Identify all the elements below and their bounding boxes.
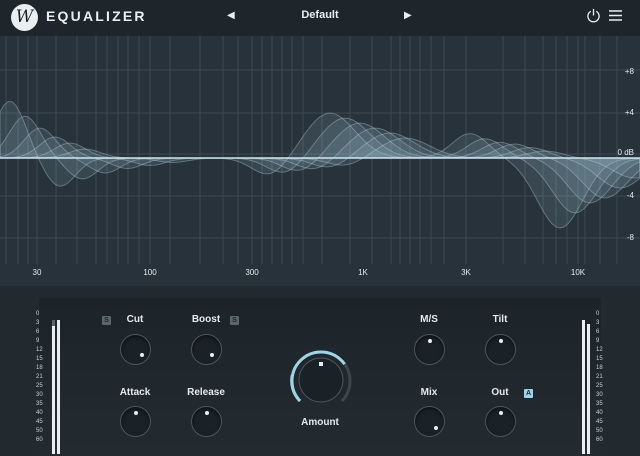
meter-scale-tick: 40 bbox=[596, 410, 603, 416]
db-label-0: 0 dB bbox=[617, 148, 634, 157]
freq-label-1k: 1K bbox=[358, 268, 368, 277]
eq-graph[interactable]: +8 +4 0 dB -4 -8 30 100 300 1K 3K 10K bbox=[0, 36, 640, 286]
db-label-plus8: +8 bbox=[624, 67, 634, 76]
boost-knob[interactable] bbox=[191, 334, 222, 365]
cut-knob[interactable] bbox=[120, 334, 151, 365]
freq-label-100: 100 bbox=[143, 268, 157, 277]
meter-scale-tick: 12 bbox=[596, 347, 603, 353]
preset-next-button[interactable]: ▶ bbox=[404, 10, 412, 21]
freq-label-300: 300 bbox=[245, 268, 259, 277]
attack-knob[interactable] bbox=[120, 406, 151, 437]
meter-scale-tick: 9 bbox=[36, 338, 40, 344]
meter-scale-tick: 21 bbox=[36, 374, 43, 380]
input-meter-scale: 0 3 6 9 12 15 18 21 25 30 35 40 45 50 60 bbox=[36, 311, 43, 446]
mix-label: Mix bbox=[420, 387, 438, 398]
meter-scale-tick: 30 bbox=[36, 392, 43, 398]
app-title: EQUALIZER bbox=[46, 8, 147, 24]
input-meter-right-bar bbox=[57, 320, 60, 454]
output-meter-scale: 0 3 6 9 12 15 18 21 25 30 35 40 45 50 60 bbox=[596, 311, 603, 446]
meter-scale-tick: 18 bbox=[596, 365, 603, 371]
meter-scale-tick: 35 bbox=[36, 401, 43, 407]
meter-scale-tick: 21 bbox=[596, 374, 603, 380]
release-label: Release bbox=[187, 387, 225, 398]
cut-label: Cut bbox=[126, 314, 144, 325]
power-icon[interactable] bbox=[586, 8, 601, 23]
meter-scale-tick: 3 bbox=[36, 320, 40, 326]
meter-scale-tick: 35 bbox=[596, 401, 603, 407]
meter-scale-tick: 40 bbox=[36, 410, 43, 416]
output-meter-left-bar bbox=[582, 320, 585, 454]
tilt-label: Tilt bbox=[492, 314, 508, 325]
db-label-minus4: -4 bbox=[626, 191, 634, 200]
release-knob-indicator bbox=[205, 411, 209, 415]
output-meter-right-bar bbox=[587, 324, 590, 454]
logo: W bbox=[11, 4, 38, 31]
meter-scale-tick: 50 bbox=[596, 428, 603, 434]
meter-scale-tick: 18 bbox=[36, 365, 43, 371]
out-knob-indicator bbox=[499, 411, 503, 415]
ms-knob[interactable] bbox=[414, 334, 445, 365]
meter-scale-tick: 60 bbox=[596, 437, 603, 443]
boost-knob-indicator bbox=[210, 353, 214, 357]
out-knob[interactable] bbox=[485, 406, 516, 437]
meter-scale-tick: 9 bbox=[596, 338, 600, 344]
meter-scale-tick: 25 bbox=[36, 383, 43, 389]
meter-scale-tick: 45 bbox=[596, 419, 603, 425]
amount-knob[interactable] bbox=[286, 345, 356, 415]
meter-scale-tick: 45 bbox=[36, 419, 43, 425]
ms-label: M/S bbox=[420, 314, 438, 325]
ms-knob-indicator bbox=[428, 339, 432, 343]
menu-icon[interactable] bbox=[609, 8, 622, 23]
header-bar: W EQUALIZER ◀ Default ▶ bbox=[0, 0, 640, 36]
meter-scale-tick: 50 bbox=[36, 428, 43, 434]
boost-sidechain-badge[interactable]: S bbox=[230, 316, 239, 325]
meter-scale-tick: 3 bbox=[596, 320, 600, 326]
meter-scale-tick: 15 bbox=[596, 356, 603, 362]
preset-prev-button[interactable]: ◀ bbox=[227, 10, 235, 21]
release-knob[interactable] bbox=[191, 406, 222, 437]
meter-scale-tick: 60 bbox=[36, 437, 43, 443]
freq-label-3k: 3K bbox=[461, 268, 471, 277]
meter-scale-tick: 15 bbox=[36, 356, 43, 362]
eq-curve-display bbox=[0, 36, 640, 264]
meter-scale-tick: 0 bbox=[36, 311, 40, 317]
out-auto-badge[interactable]: A bbox=[524, 389, 533, 398]
freq-label-10k: 10K bbox=[570, 268, 586, 277]
attack-knob-indicator bbox=[134, 411, 138, 415]
freq-label-30: 30 bbox=[32, 268, 42, 277]
meter-scale-tick: 12 bbox=[36, 347, 43, 353]
cut-knob-indicator bbox=[140, 353, 144, 357]
attack-label: Attack bbox=[119, 387, 151, 398]
meter-scale-tick: 0 bbox=[596, 311, 600, 317]
amount-label: Amount bbox=[301, 417, 339, 428]
tilt-knob-indicator bbox=[499, 339, 503, 343]
preset-name[interactable]: Default bbox=[270, 9, 370, 21]
meter-scale-tick: 6 bbox=[596, 329, 600, 335]
tilt-knob[interactable] bbox=[485, 334, 516, 365]
meter-scale-tick: 6 bbox=[36, 329, 40, 335]
mix-knob[interactable] bbox=[414, 406, 445, 437]
meter-scale-tick: 30 bbox=[596, 392, 603, 398]
mix-knob-indicator bbox=[434, 426, 438, 430]
db-label-plus4: +4 bbox=[624, 108, 634, 117]
input-meter-left-bar bbox=[52, 326, 55, 454]
meter-scale-tick: 25 bbox=[596, 383, 603, 389]
db-label-minus8: -8 bbox=[626, 233, 634, 242]
